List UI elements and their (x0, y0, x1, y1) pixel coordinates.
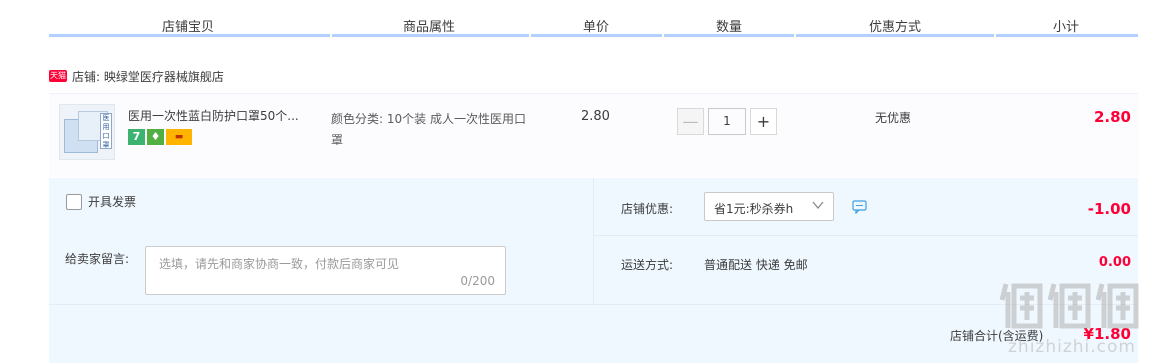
seller-message-label: 给卖家留言: (65, 252, 130, 266)
shop-discount-label: 店铺优惠: (621, 202, 674, 216)
thumb-label: 医用口罩 (100, 113, 112, 149)
unit-price: 2.80 (581, 109, 610, 124)
header-unit-price: 单价 (583, 20, 610, 35)
seller-message-counter: 0/200 (460, 274, 495, 288)
order-options-panel: 开具发票 给卖家留言: 选填，请先和商家协商一致，付款后商家可见 0/200 店… (49, 178, 1138, 363)
header-subtotal: 小计 (1053, 20, 1080, 35)
header-item-props: 商品属性 (403, 20, 456, 35)
product-props: 颜色分类: 10个装 成人一次性医用口罩 (331, 112, 526, 147)
service-badges: 7 ♦ ▬ (128, 129, 192, 145)
panel-divider (49, 304, 1138, 305)
header-discount: 优惠方式 (869, 20, 922, 35)
seven-day-return-icon: 7 (128, 129, 145, 145)
header-divider-gap (994, 34, 996, 37)
shipping-label: 运送方式: (621, 258, 674, 272)
tmall-icon: 天猫 (49, 70, 67, 82)
shop-row: 天猫 店铺: 映绿堂医疗器械旗舰店 (49, 66, 224, 86)
chat-bubble-icon[interactable] (852, 200, 867, 214)
shop-name-link[interactable]: 店铺: 映绿堂医疗器械旗舰店 (72, 68, 224, 85)
header-quantity: 数量 (716, 20, 743, 35)
watermark-logo-icon (999, 283, 1139, 329)
invoice-checkbox[interactable] (66, 193, 82, 210)
product-thumbnail[interactable]: 医用口罩 (59, 104, 115, 160)
credit-card-icon: ▬ (166, 129, 192, 145)
shop-discount-amount: -1.00 (1087, 200, 1131, 218)
discount-method: 无优惠 (875, 111, 912, 125)
shipping-method: 普通配送 快递 免邮 (704, 258, 808, 272)
coupon-select[interactable]: 省1元:秒杀券h (704, 192, 834, 221)
header-divider-gap (330, 34, 332, 37)
header-divider-gap (794, 34, 796, 37)
cart-item-row: 医用口罩 医用一次性蓝白防护口罩50个... 7 ♦ ▬ 颜色分类: 10个装 … (49, 93, 1138, 177)
header-divider-gap (662, 34, 664, 37)
watermark-text: zhizhizhi.com (1008, 337, 1136, 357)
invoice-option[interactable]: 开具发票 (66, 193, 136, 210)
quantity-stepper: — 1 + (677, 106, 777, 136)
invoice-label: 开具发票 (88, 195, 137, 209)
panel-divider (593, 178, 594, 305)
guarantee-icon: ♦ (147, 129, 164, 145)
header-divider-gap (529, 34, 531, 37)
quantity-decrease-button[interactable]: — (677, 107, 704, 135)
quantity-increase-button[interactable]: + (750, 107, 777, 135)
header-divider (49, 34, 1138, 37)
table-header: 店铺宝贝 商品属性 单价 数量 优惠方式 小计 (0, 0, 1149, 38)
product-title-link[interactable]: 医用一次性蓝白防护口罩50个... (128, 107, 323, 124)
quantity-input[interactable]: 1 (708, 107, 746, 135)
shipping-amount: 0.00 (1098, 255, 1131, 270)
site-watermark: zhizhizhi.com (998, 280, 1143, 363)
seller-message-placeholder: 选填，请先和商家协商一致，付款后商家可见 (159, 257, 400, 271)
item-subtotal: 2.80 (1093, 108, 1131, 126)
header-shop-items: 店铺宝贝 (162, 20, 215, 35)
seller-message-field[interactable]: 选填，请先和商家协商一致，付款后商家可见 0/200 (145, 246, 506, 295)
chevron-down-icon (812, 201, 824, 210)
coupon-select-value: 省1元:秒杀券h (714, 202, 794, 216)
panel-divider (594, 235, 1138, 236)
